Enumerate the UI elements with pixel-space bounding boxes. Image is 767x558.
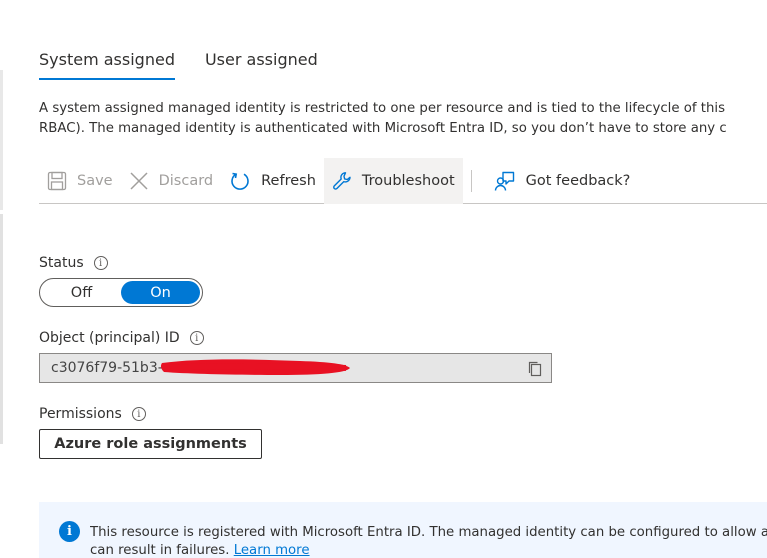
toolbar-divider bbox=[470, 169, 472, 192]
status-on-option[interactable]: On bbox=[121, 281, 200, 304]
troubleshoot-label: Troubleshoot bbox=[361, 172, 455, 189]
banner-text: This resource is registered with Microso… bbox=[90, 524, 767, 558]
save-button[interactable]: Save bbox=[39, 158, 121, 204]
identity-tabs: System assigned User assigned bbox=[39, 44, 348, 80]
status-toggle[interactable]: Off On bbox=[39, 278, 203, 307]
object-id-label: Object (principal) ID bbox=[39, 330, 180, 346]
close-icon bbox=[130, 171, 148, 190]
feedback-button[interactable]: Got feedback? bbox=[486, 158, 639, 204]
info-icon[interactable]: i bbox=[189, 331, 204, 345]
feedback-icon bbox=[494, 171, 514, 191]
learn-more-link[interactable]: Learn more bbox=[234, 543, 310, 558]
object-id-label-row: Object (principal) ID i bbox=[39, 330, 204, 346]
save-label: Save bbox=[77, 172, 113, 189]
refresh-icon bbox=[231, 172, 249, 190]
description-line-1: A system assigned managed identity is re… bbox=[39, 101, 726, 116]
redaction-mark bbox=[160, 359, 350, 375]
azure-role-assignments-button[interactable]: Azure role assignments bbox=[39, 429, 262, 459]
save-icon bbox=[47, 171, 67, 190]
banner-line-1: This resource is registered with Microso… bbox=[90, 525, 767, 540]
description-line-2: RBAC). The managed identity is authentic… bbox=[39, 121, 727, 136]
info-icon[interactable]: i bbox=[131, 407, 146, 421]
permissions-label-row: Permissions i bbox=[39, 406, 146, 422]
info-banner: i This resource is registered with Micro… bbox=[39, 502, 767, 558]
discard-button[interactable]: Discard bbox=[121, 158, 222, 204]
status-label: Status bbox=[39, 255, 84, 271]
refresh-label: Refresh bbox=[261, 172, 316, 189]
wrench-icon bbox=[333, 171, 351, 190]
banner-line-2-text: can result in failures. bbox=[90, 543, 234, 558]
object-id-value: c3076f79-51b3- bbox=[51, 360, 163, 376]
refresh-button[interactable]: Refresh bbox=[221, 158, 324, 204]
info-icon[interactable]: i bbox=[93, 256, 108, 270]
info-filled-icon: i bbox=[59, 521, 80, 542]
feedback-label: Got feedback? bbox=[525, 172, 631, 189]
copy-icon[interactable] bbox=[527, 361, 543, 377]
tab-system-assigned[interactable]: System assigned bbox=[39, 44, 175, 80]
permissions-label: Permissions bbox=[39, 406, 122, 422]
status-off-option[interactable]: Off bbox=[42, 281, 121, 304]
description: A system assigned managed identity is re… bbox=[39, 99, 767, 139]
tab-user-assigned[interactable]: User assigned bbox=[205, 44, 318, 80]
discard-label: Discard bbox=[158, 172, 214, 189]
status-label-row: Status i bbox=[39, 255, 108, 271]
left-panel-edge bbox=[0, 70, 3, 210]
left-panel-edge-lower bbox=[0, 214, 3, 444]
command-bar: Save Discard Refresh Troubleshoot Got fe… bbox=[39, 157, 767, 204]
banner-line-2: can result in failures. Learn more bbox=[90, 542, 767, 558]
troubleshoot-button[interactable]: Troubleshoot bbox=[323, 157, 463, 204]
